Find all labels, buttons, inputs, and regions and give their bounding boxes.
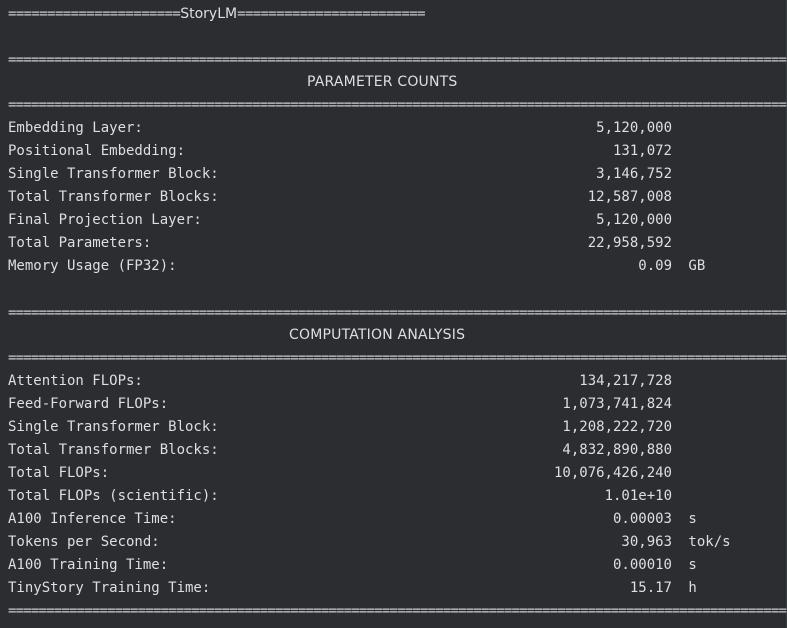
param-row-total-transformer-blocks: Total Transformer Blocks: 12,587,008 [8, 186, 778, 209]
row-label: Final Projection Layer: [8, 212, 202, 228]
section-heading-computation-analysis: COMPUTATION ANALYSIS [289, 327, 466, 343]
row-label: Total Parameters: [8, 235, 152, 251]
row-value: 131,072 [612, 143, 672, 159]
row-value: 30,963 [621, 534, 672, 550]
banner-right-rule: ======================== [237, 6, 425, 22]
separator-rule: ========================================… [8, 305, 787, 321]
row-value: 10,076,426,240 [553, 465, 672, 481]
row-value: 5,120,000 [596, 120, 672, 136]
row-value: 5,120,000 [596, 212, 672, 228]
row-label: TinyStory Training Time: [8, 580, 211, 596]
param-row-positional-embedding: Positional Embedding: 131,072 [8, 140, 778, 163]
row-label: Single Transformer Block: [8, 419, 219, 435]
row-value: 12,587,008 [587, 189, 672, 205]
row-unit: GB [680, 258, 706, 274]
compute-row-total-transformer-blocks: Total Transformer Blocks: 4,832,890,880 [8, 439, 778, 462]
compute-row-a100-training-time: A100 Training Time: 0.00010 s [8, 554, 778, 577]
compute-row-feed-forward-flops: Feed-Forward FLOPs: 1,073,741,824 [8, 393, 778, 416]
row-label: A100 Training Time: [8, 557, 169, 573]
param-row-single-transformer-block: Single Transformer Block: 3,146,752 [8, 163, 778, 186]
compute-row-total-flops-scientific: Total FLOPs (scientific): 1.01e+10 [8, 485, 778, 508]
row-unit: tok/s [680, 534, 731, 550]
row-label: Memory Usage (FP32): [8, 258, 177, 274]
row-label: Embedding Layer: [8, 120, 143, 136]
row-value: 4,832,890,880 [562, 442, 672, 458]
row-value: 3,146,752 [596, 166, 672, 182]
row-label: Feed-Forward FLOPs: [8, 396, 169, 412]
param-row-memory-usage: Memory Usage (FP32): 0.09 GB [8, 255, 778, 278]
compute-row-a100-inference-time: A100 Inference Time: 0.00003 s [8, 508, 778, 531]
row-label: A100 Inference Time: [8, 511, 177, 527]
row-unit: s [680, 511, 697, 527]
separator-rule: ========================================… [8, 97, 787, 113]
row-label: Total FLOPs: [8, 465, 110, 481]
separator-rule: ========================================… [8, 52, 787, 68]
row-value: 1.01e+10 [604, 488, 672, 504]
row-unit: h [680, 580, 697, 596]
row-label: Total FLOPs (scientific): [8, 488, 219, 504]
separator-rule: ========================================… [8, 603, 787, 619]
row-value: 22,958,592 [587, 235, 672, 251]
row-label: Positional Embedding: [8, 143, 186, 159]
row-label: Single Transformer Block: [8, 166, 219, 182]
banner-title: StoryLM [180, 6, 238, 22]
param-row-embedding-layer: Embedding Layer: 5,120,000 [8, 117, 778, 140]
row-label: Tokens per Second: [8, 534, 160, 550]
row-value: 1,208,222,720 [562, 419, 672, 435]
terminal-output: ======================StoryLM===========… [0, 0, 787, 628]
row-value: 0.00003 [612, 511, 672, 527]
section-heading-parameter-counts: PARAMETER COUNTS [307, 74, 458, 90]
row-label: Total Transformer Blocks: [8, 442, 219, 458]
banner-left-rule: ====================== [8, 6, 181, 22]
row-value: 15.17 [629, 580, 672, 596]
param-row-final-projection-layer: Final Projection Layer: 5,120,000 [8, 209, 778, 232]
row-value: 1,073,741,824 [562, 396, 672, 412]
separator-rule: ========================================… [8, 350, 787, 366]
banner: ======================StoryLM===========… [8, 3, 426, 26]
compute-row-single-transformer-block: Single Transformer Block: 1,208,222,720 [8, 416, 778, 439]
compute-row-total-flops: Total FLOPs: 10,076,426,240 [8, 462, 778, 485]
compute-row-attention-flops: Attention FLOPs: 134,217,728 [8, 370, 778, 393]
row-label: Total Transformer Blocks: [8, 189, 219, 205]
row-unit: s [680, 557, 697, 573]
row-value: 0.00010 [612, 557, 672, 573]
row-value: 0.09 [638, 258, 672, 274]
param-row-total-parameters: Total Parameters: 22,958,592 [8, 232, 778, 255]
compute-row-tokens-per-second: Tokens per Second: 30,963 tok/s [8, 531, 778, 554]
compute-row-tinystory-training-time: TinyStory Training Time: 15.17 h [8, 577, 778, 600]
row-value: 134,217,728 [579, 373, 672, 389]
row-label: Attention FLOPs: [8, 373, 143, 389]
